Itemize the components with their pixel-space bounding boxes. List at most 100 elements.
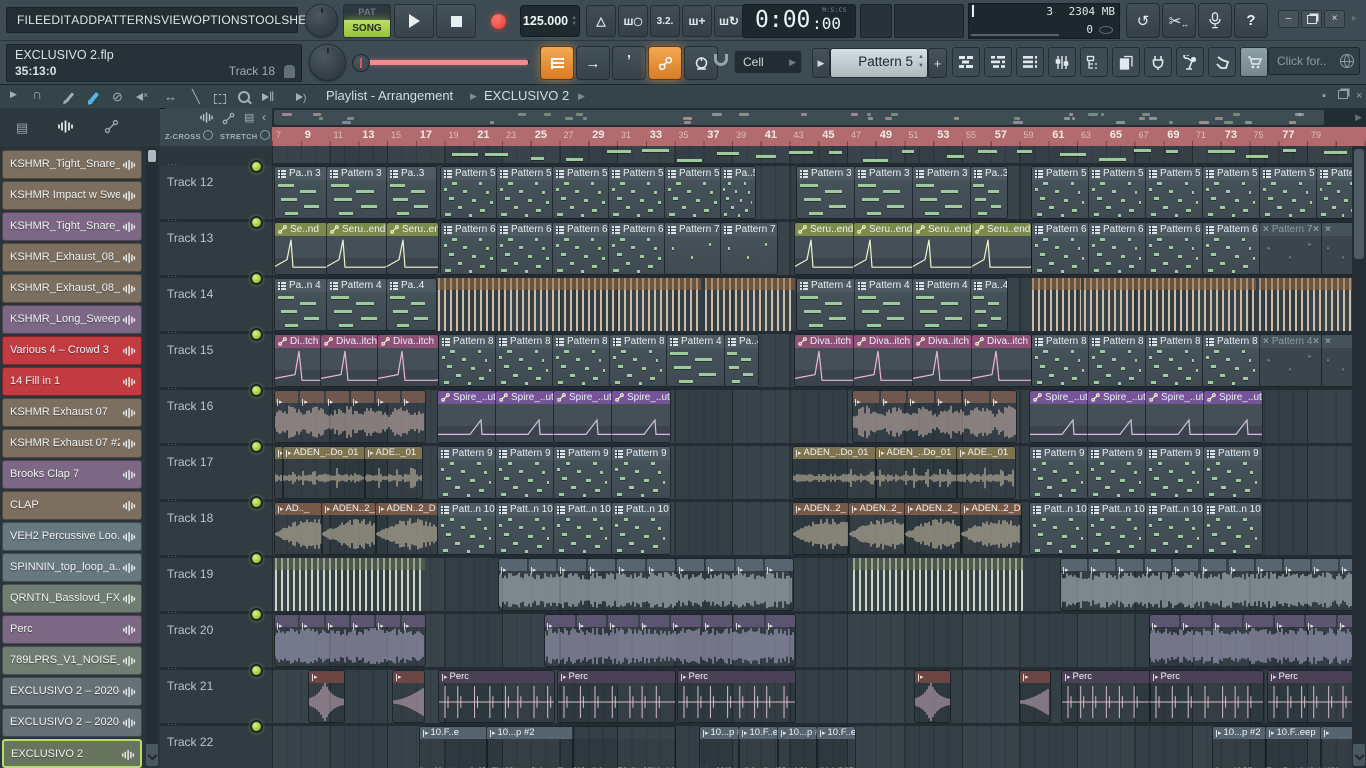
clip-header[interactable]: Pattern 6 [1146, 223, 1203, 236]
playlist-clip-pattern-5[interactable]: Pattern 5 [1317, 167, 1352, 218]
track-grip[interactable]: ... [167, 717, 178, 728]
playlist-clip-pattern-9[interactable]: Pattern 9 [554, 447, 612, 498]
playlist-clip-patt-n-10[interactable]: Patt..n 10 [1204, 503, 1262, 554]
track-lane-track-22[interactable]: ▸10.F..e▸10...p #2▸10...p #2▸10.F..eep▸1… [272, 726, 1352, 768]
clip-header[interactable]: ▸10...p #2 [487, 727, 573, 739]
playlist-clip-pa-4[interactable]: Pa..4 [387, 279, 436, 330]
playlist-clip-pattern-4[interactable]: Pattern 4 [797, 279, 855, 330]
playlist-clip-aden-2-[interactable]: ▸ ADEN..2_ [322, 503, 376, 554]
clip-header[interactable]: Pattern 5 [553, 167, 609, 180]
clip-header[interactable]: ▸ Perc [439, 671, 554, 683]
audio-clip-segment[interactable]: ▸ [1284, 559, 1311, 574]
track-mute-led[interactable] [250, 552, 263, 565]
playlist-clip-diva-itch[interactable]: Diva..itch [321, 335, 378, 386]
clip-header[interactable]: Seru..end [854, 223, 913, 236]
audio-stripes-header[interactable] [1259, 278, 1352, 290]
playlist-clip[interactable]: ▸ ▸ ▸ ▸ ▸ ▸ [275, 615, 425, 666]
clip-header[interactable]: Pattern 4 [667, 335, 725, 348]
audio-tab-icon[interactable] [58, 120, 74, 133]
clip-header[interactable]: Pattern 4 [797, 279, 855, 292]
playlist-clip-aden-2-[interactable]: ▸ ADEN..2_ [905, 503, 961, 554]
track-lane-track-16[interactable]: ▸ ▸ ▸ ▸ ▸ ▸ Spire_..ut Spire_..ut Spire_..ut Spir… [272, 390, 1352, 446]
audio-clip-segment[interactable]: ▸ [765, 615, 795, 630]
clip-header[interactable]: ▸ ADEN..2_ [322, 503, 376, 515]
audio-clip-segment[interactable]: ▸ [963, 391, 989, 406]
playlist-clip[interactable]: ▸ [393, 671, 424, 722]
clip-header[interactable]: ▸ ADE.._01 [365, 447, 422, 459]
picker-item[interactable]: 789LPRS_V1_NOISE_... [2, 646, 142, 675]
playlist-clip-seru-end[interactable]: Seru..end [972, 223, 1031, 274]
playlist-clip-seru-end[interactable]: Seru..end [854, 223, 913, 274]
playlist-clip-ad-[interactable]: ▸ AD.._ [275, 503, 322, 554]
audio-stripes-header[interactable] [1084, 278, 1256, 290]
audio-clip-segment[interactable]: ▸ [734, 615, 764, 630]
playlist-clip-pattern-9[interactable]: Pattern 9 [496, 447, 554, 498]
clip-header[interactable]: Pattern 9 [1088, 447, 1146, 460]
multilink-knob-button[interactable] [684, 46, 718, 80]
picker-scrollbar[interactable] [146, 148, 158, 766]
playlist-clip[interactable] [1259, 278, 1352, 331]
clip-header[interactable]: Pa..4 [725, 335, 758, 348]
audio-clip-segment[interactable]: ▸ [351, 391, 375, 406]
play-button[interactable] [394, 4, 434, 38]
audio-clip-segment[interactable]: ▸ [1088, 559, 1115, 574]
playlist-clip-10-f-eep[interactable]: ▸10.F..eep [817, 727, 855, 768]
audio-clip-segment[interactable]: ▸ [401, 391, 425, 406]
clip-header[interactable]: Seru..end [913, 223, 972, 236]
playlist-clip[interactable] [438, 278, 701, 331]
track-grip[interactable]: ... [167, 381, 178, 392]
audio-clip-segment[interactable]: ▸ [639, 615, 669, 630]
playlist-clip[interactable]: ×× [1322, 223, 1352, 274]
clip-header[interactable]: Patt..n 10 [1088, 503, 1146, 516]
playlist-clip-pattern-8[interactable]: Pattern 8 [439, 335, 496, 386]
tempo-spinner[interactable]: ▲ ▼ [571, 15, 577, 27]
audio-clip-segment[interactable]: ▸ [1256, 559, 1283, 574]
playlist-clip-pa-5[interactable]: Pa..5 [721, 167, 755, 218]
loop-record-button[interactable]: ш ↻ [714, 5, 744, 37]
clip-header[interactable]: Diva..itch [795, 335, 854, 348]
clip-header[interactable]: Diva..itch [972, 335, 1031, 348]
audio-clip-segment[interactable]: ▸ [401, 615, 425, 630]
playlist-clip-pattern-4[interactable]: Pattern 4 [855, 279, 913, 330]
clip-header[interactable]: Pattern 8 [1203, 335, 1260, 348]
playlist-clip[interactable] [853, 558, 1023, 611]
clip-header[interactable]: ▸ [309, 671, 344, 683]
clip-header[interactable]: ×× [1322, 335, 1352, 348]
clip-header[interactable]: Pattern 4 [855, 279, 913, 292]
song-mode-button[interactable]: SONG [344, 20, 390, 37]
audio-clip-segment[interactable]: ▸ [325, 615, 349, 630]
help-button[interactable]: ? [1234, 3, 1268, 38]
menu-tools[interactable]: TOOLS [248, 13, 289, 27]
picker-item[interactable]: CLAP [2, 491, 142, 520]
playlist-clip-pattern-8[interactable]: Pattern 8 [1032, 335, 1089, 386]
playlist-clip-patt-n-10[interactable]: Patt..n 10 [438, 503, 496, 554]
audio-clip-segment[interactable]: ▸ [617, 559, 645, 574]
playlist-clip-diva-itch[interactable]: Diva..itch [913, 335, 972, 386]
clip-header[interactable]: Pattern 3 [797, 167, 855, 180]
audio-clip-segment[interactable]: ▸ [300, 615, 324, 630]
clip-header[interactable]: ▸10...p #2 [778, 727, 817, 739]
snap-selector[interactable]: Cell ▶ [734, 50, 802, 74]
playlist-clip-pattern-5[interactable]: Pattern 5 [441, 167, 497, 218]
pattern-selector-arrow[interactable]: ▶ [812, 48, 830, 78]
clip-header[interactable]: ▸10...p #2 [700, 727, 739, 739]
playlist-clip[interactable]: ▸ [915, 671, 950, 722]
track-name[interactable]: Track 22 [167, 735, 213, 749]
audio-stripes-header[interactable] [275, 558, 425, 570]
paint-tool[interactable] [88, 92, 100, 103]
audio-clip-segment[interactable]: ▸ [300, 391, 324, 406]
playlist-clip-pattern-8[interactable]: Pattern 8 [496, 335, 553, 386]
playlist-maximize-button[interactable] [1338, 90, 1348, 102]
picker-item[interactable]: KSHMR_Exhaust_08_... [2, 274, 142, 303]
menu-add[interactable]: ADD [71, 13, 97, 27]
playlist-clip-patt-n-10[interactable]: Patt..n 10 [1088, 503, 1146, 554]
playlist-clip-aden-2-d[interactable]: ▸ ADEN..2_D [376, 503, 438, 554]
clip-header[interactable]: ▸ ADEN_..Do_01 [283, 447, 365, 459]
clip-header[interactable]: Seru..end [327, 223, 387, 236]
playlist-clip[interactable]: ▸ [309, 671, 344, 722]
timeline-ruler[interactable]: 7 9 11 13 15 17 19 21 23 25 27 29 31 33 35 37 39 41 43 45 47… [272, 127, 1366, 147]
playlist-clip-pattern-9[interactable]: Pattern 9 [612, 447, 670, 498]
playlist-vertical-scrollbar[interactable] [1352, 146, 1366, 768]
playlist-clip-patt-n-10[interactable]: Patt..n 10 [1030, 503, 1088, 554]
clip-header[interactable]: Diva..itch [854, 335, 913, 348]
